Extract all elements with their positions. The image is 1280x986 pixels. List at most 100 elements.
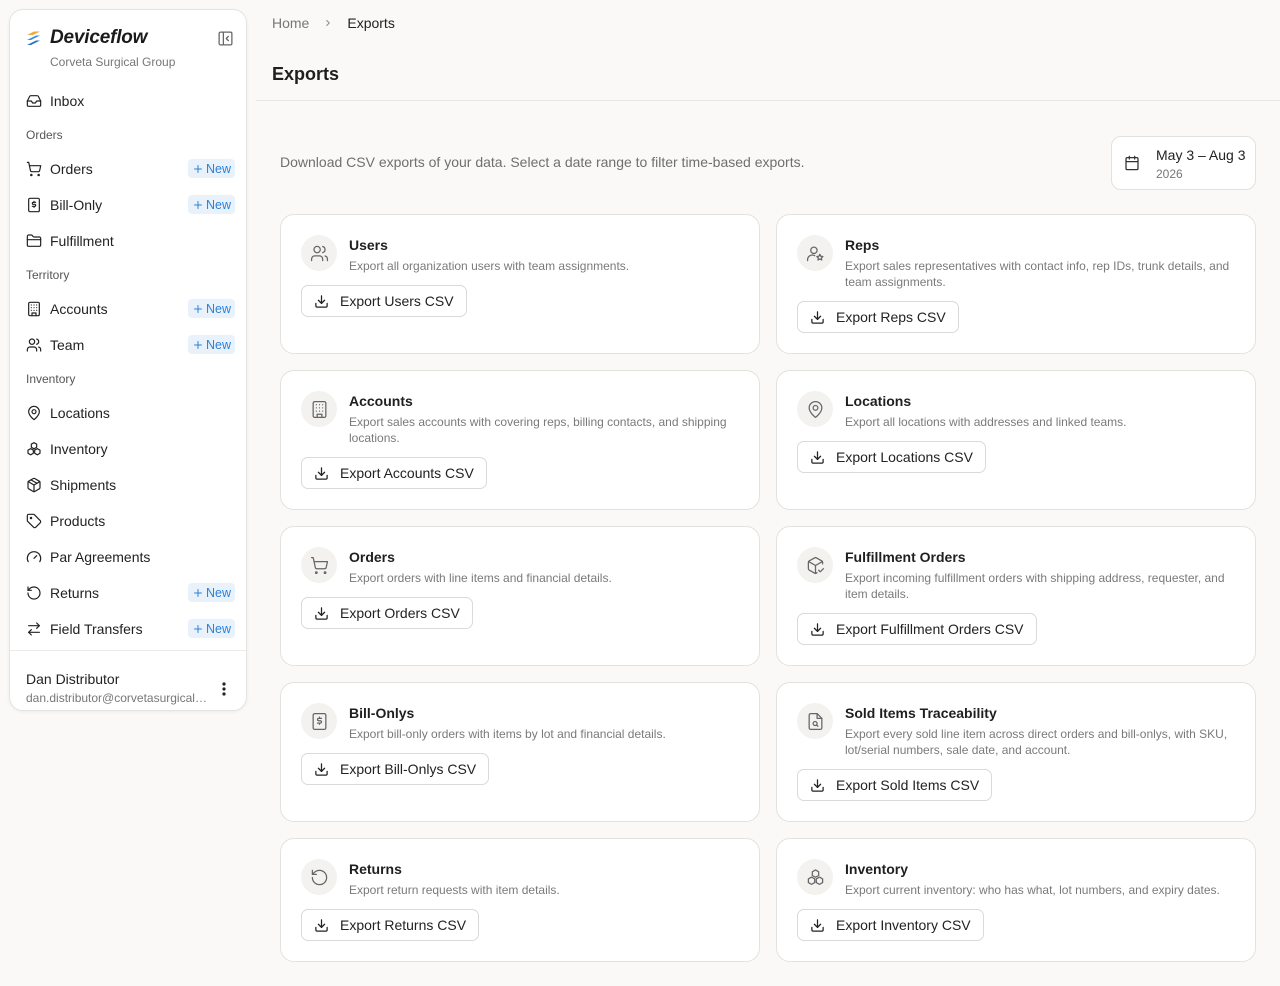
boxes-icon — [797, 859, 833, 895]
export-card-accounts: Accounts Export sales accounts with cover… — [280, 370, 760, 510]
export-card-title: Bill-Onlys — [349, 705, 415, 721]
file-search-icon — [797, 703, 833, 739]
export-card-returns: Returns Export return requests with item … — [280, 838, 760, 962]
download-icon — [314, 606, 329, 621]
export-csv-button[interactable]: Export Locations CSV — [797, 441, 986, 473]
new-badge-label: New — [205, 585, 231, 600]
export-csv-button[interactable]: Export Bill-Onlys CSV — [301, 753, 490, 785]
new-badge-button[interactable]: New — [187, 583, 235, 602]
date-range-picker[interactable]: May 3 – Aug 3 2026 — [1111, 136, 1256, 190]
sidebar-item-label: Products — [50, 513, 106, 529]
export-csv-button[interactable]: Export Sold Items CSV — [797, 769, 993, 801]
sidebar-item-label: Locations — [50, 405, 110, 421]
download-icon — [314, 762, 329, 777]
sidebar: Deviceflow Corveta Surgical Group Inbox O… — [9, 9, 247, 711]
plus-icon — [192, 199, 204, 211]
export-csv-button[interactable]: Export Reps CSV — [797, 301, 959, 333]
sidebar-item-field-transfers[interactable]: Field Transfers New — [10, 611, 246, 647]
breadcrumb: Home Exports — [272, 15, 395, 31]
transfer-icon — [26, 621, 42, 637]
export-card-title: Locations — [845, 393, 912, 409]
package-icon — [26, 477, 42, 493]
user-email: dan.distributor@corvetasurgical.com — [26, 691, 208, 705]
export-csv-button[interactable]: Export Users CSV — [301, 285, 467, 317]
chevron-right-icon — [323, 18, 333, 28]
sidebar-item-shipments[interactable]: Shipments — [10, 467, 246, 503]
breadcrumb-home-link[interactable]: Home — [272, 15, 309, 31]
receipt-icon — [26, 197, 42, 213]
sidebar-item-label: Bill-Only — [50, 197, 103, 213]
main-content: Home Exports Exports Download CSV export… — [256, 0, 1280, 986]
new-badge-label: New — [205, 301, 231, 316]
sidebar-item-label: Fulfillment — [50, 233, 114, 249]
new-badge-button[interactable]: New — [187, 619, 235, 638]
sidebar-item-label: Team — [50, 337, 85, 353]
export-card-description: Export bill-only orders with items by lo… — [349, 727, 666, 741]
sidebar-item-accounts[interactable]: Accounts New — [10, 291, 246, 327]
export-button-label: Export Reps CSV — [836, 309, 946, 325]
download-icon — [810, 778, 825, 793]
export-card-title: Sold Items Traceability — [845, 705, 997, 721]
deviceflow-logo-icon — [25, 30, 42, 47]
map-pin-icon — [26, 405, 42, 421]
header-divider — [256, 100, 1280, 101]
rotate-ccw-icon — [301, 859, 337, 895]
export-csv-button[interactable]: Export Accounts CSV — [301, 457, 487, 489]
plus-icon — [192, 339, 204, 351]
sidebar-item-locations[interactable]: Locations — [10, 395, 246, 431]
map-pin-icon — [797, 391, 833, 427]
export-card-description: Export current inventory: who has what, … — [845, 883, 1220, 897]
sidebar-item-label: Inbox — [50, 93, 85, 109]
export-card-title: Inventory — [845, 861, 909, 877]
export-card-title: Reps — [845, 237, 880, 253]
export-card-orders: Orders Export orders with line items and … — [280, 526, 760, 666]
new-badge-label: New — [205, 161, 231, 176]
sidebar-item-inbox[interactable]: Inbox — [10, 83, 246, 119]
new-badge-button[interactable]: New — [187, 299, 235, 318]
download-icon — [810, 450, 825, 465]
export-button-label: Export Users CSV — [340, 293, 454, 309]
user-block[interactable]: Dan Distributor dan.distributor@corvetas… — [10, 650, 246, 711]
sidebar-item-label: Field Transfers — [50, 621, 143, 637]
sidebar-item-products[interactable]: Products — [10, 503, 246, 539]
sidebar-nav: Inbox Orders Orders New Bill-Only New Fulfillm… — [10, 83, 246, 647]
rotate-ccw-icon — [26, 585, 42, 601]
brand-name: Deviceflow — [50, 27, 148, 48]
sidebar-item-par-agreements[interactable]: Par Agreements — [10, 539, 246, 575]
export-csv-button[interactable]: Export Fulfillment Orders CSV — [797, 613, 1037, 645]
export-card-fulfillment-orders: Fulfillment Orders Export incoming fulfil… — [776, 526, 1256, 666]
export-card-locations: Locations Export all locations with addre… — [776, 370, 1256, 510]
download-icon — [314, 918, 329, 933]
export-csv-button[interactable]: Export Inventory CSV — [797, 909, 984, 941]
receipt-icon — [301, 703, 337, 739]
new-badge-button[interactable]: New — [187, 195, 235, 214]
export-card-description: Export all locations with addresses and … — [845, 415, 1127, 429]
export-card-reps: Reps Export sales representatives with co… — [776, 214, 1256, 354]
breadcrumb-current: Exports — [347, 15, 395, 31]
download-icon — [314, 294, 329, 309]
sidebar-item-orders[interactable]: Orders New — [10, 151, 246, 187]
user-menu-button[interactable] — [214, 679, 234, 699]
download-icon — [810, 918, 825, 933]
sidebar-item-fulfillment[interactable]: Fulfillment — [10, 223, 246, 259]
export-card-description: Export return requests with item details… — [349, 883, 560, 897]
brand[interactable]: Deviceflow — [25, 27, 147, 49]
export-csv-button[interactable]: Export Returns CSV — [301, 909, 480, 941]
gauge-icon — [26, 549, 42, 565]
new-badge-button[interactable]: New — [187, 335, 235, 354]
export-csv-button[interactable]: Export Orders CSV — [301, 597, 473, 629]
export-card-title: Fulfillment Orders — [845, 549, 966, 565]
sidebar-item-inventory[interactable]: Inventory — [10, 431, 246, 467]
export-card-inventory: Inventory Export current inventory: who h… — [776, 838, 1256, 962]
export-button-label: Export Inventory CSV — [836, 917, 971, 933]
export-button-label: Export Returns CSV — [340, 917, 467, 933]
nav-group-label: Orders — [26, 128, 63, 142]
sidebar-item-label: Returns — [50, 585, 100, 601]
sidebar-item-bill-only[interactable]: Bill-Only New — [10, 187, 246, 223]
sidebar-item-returns[interactable]: Returns New — [10, 575, 246, 611]
export-card-title: Returns — [349, 861, 402, 877]
folder-icon — [26, 233, 42, 249]
new-badge-button[interactable]: New — [187, 159, 235, 178]
sidebar-toggle-button[interactable] — [215, 28, 235, 48]
sidebar-item-team[interactable]: Team New — [10, 327, 246, 363]
